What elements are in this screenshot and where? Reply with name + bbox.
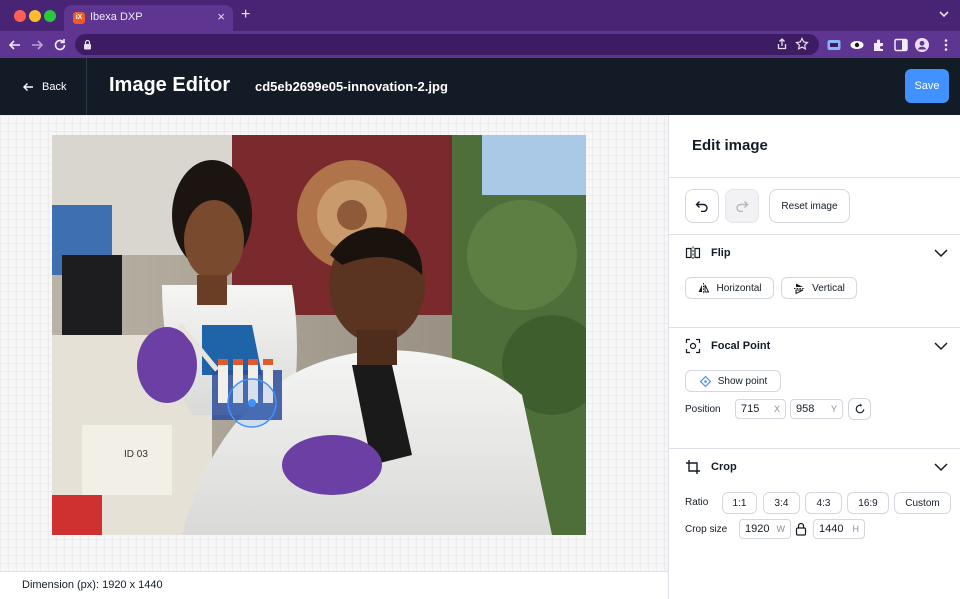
chevron-down-icon	[933, 245, 949, 261]
back-arrow-icon	[22, 82, 34, 92]
browser-toolbar	[0, 31, 960, 58]
reload-icon[interactable]	[51, 36, 69, 54]
height-unit-label: H	[852, 524, 860, 534]
flip-horizontal-label: Horizontal	[716, 282, 762, 294]
image-dimension: Dimension (px): 1920 x 1440	[22, 579, 163, 591]
tab-close-icon[interactable]: ×	[217, 9, 225, 24]
close-window-button[interactable]	[14, 10, 26, 22]
reset-image-button[interactable]: Reset image	[769, 189, 850, 223]
flip-vertical-icon	[793, 282, 806, 295]
minimize-window-button[interactable]	[29, 10, 41, 22]
x-unit-label: X	[773, 404, 780, 414]
reset-focal-point-button[interactable]	[848, 398, 871, 420]
back-button[interactable]: Back	[22, 78, 66, 96]
side-panel-icon[interactable]	[893, 37, 909, 53]
crop-height-field[interactable]: H	[813, 519, 865, 539]
ratio-custom-button[interactable]: Custom	[894, 492, 951, 514]
flip-horizontal-icon	[697, 282, 710, 295]
panel-title: Edit image	[692, 137, 768, 154]
focal-y-field[interactable]: Y	[790, 399, 843, 419]
focal-point-section-toggle[interactable]: Focal Point	[685, 337, 949, 355]
flip-section-toggle[interactable]: Flip	[685, 244, 949, 262]
lock-icon	[83, 39, 92, 50]
profile-avatar-icon[interactable]	[914, 37, 930, 53]
crosshair-icon	[699, 375, 712, 388]
flip-icon	[685, 245, 701, 261]
new-tab-button[interactable]: +	[241, 6, 250, 24]
show-point-button[interactable]: Show point	[685, 370, 781, 392]
ratio-16-9-button[interactable]: 16:9	[847, 492, 889, 514]
file-name: cd5eb2699e05-innovation-2.jpg	[255, 79, 448, 94]
page-title: Image Editor	[109, 74, 231, 96]
edit-image-panel: Edit image Reset image Flip Horizontal V…	[668, 115, 960, 599]
crop-icon	[685, 459, 701, 475]
crop-width-field[interactable]: W	[739, 519, 791, 539]
ratio-1-1-button[interactable]: 1:1	[722, 492, 757, 514]
lock-aspect-ratio-icon[interactable]	[795, 522, 807, 536]
panel-divider	[669, 177, 960, 178]
width-unit-label: W	[776, 524, 786, 534]
back-label: Back	[42, 81, 67, 93]
browser-tab-bar: iX Ibexa DXP × +	[0, 0, 960, 31]
y-unit-label: Y	[830, 404, 837, 414]
panel-divider	[669, 234, 960, 235]
address-bar[interactable]	[75, 34, 819, 55]
position-label: Position	[685, 404, 721, 415]
focal-point-icon	[685, 338, 701, 354]
crop-size-label: Crop size	[685, 524, 728, 535]
save-button[interactable]: Save	[905, 69, 949, 103]
tab-search-chevron-icon[interactable]	[938, 8, 950, 20]
browser-tab[interactable]: iX Ibexa DXP ×	[64, 5, 233, 31]
redo-icon	[735, 200, 749, 212]
redo-button[interactable]	[725, 189, 759, 223]
focal-x-field[interactable]: X	[735, 399, 786, 419]
extension-eye-icon[interactable]	[849, 37, 865, 53]
panel-divider	[669, 327, 960, 328]
extensions-puzzle-icon[interactable]	[871, 37, 887, 53]
forward-arrow-icon[interactable]	[28, 36, 46, 54]
reset-icon	[854, 403, 866, 415]
ratio-label: Ratio	[685, 497, 709, 508]
image-canvas: ID 03	[0, 115, 668, 571]
crop-label: Crop	[711, 461, 737, 473]
svg-text:ID 03: ID 03	[124, 449, 148, 460]
browser-menu-icon[interactable]	[938, 37, 954, 53]
crop-section-toggle[interactable]: Crop	[685, 458, 949, 476]
ratio-4-3-button[interactable]: 4:3	[805, 492, 842, 514]
ratio-3-4-button[interactable]: 3:4	[763, 492, 800, 514]
focal-point-label: Focal Point	[711, 340, 771, 352]
header-divider	[86, 58, 87, 115]
chevron-down-icon	[933, 459, 949, 475]
bookmark-star-icon[interactable]	[795, 37, 809, 51]
chevron-down-icon	[933, 338, 949, 354]
edited-image[interactable]: ID 03	[52, 135, 586, 535]
editor-header: Back Image Editor cd5eb2699e05-innovatio…	[0, 58, 960, 115]
undo-icon	[695, 200, 709, 212]
flip-vertical-button[interactable]: Vertical	[781, 277, 857, 299]
back-arrow-icon[interactable]	[6, 36, 24, 54]
zoom-window-button[interactable]	[44, 10, 56, 22]
panel-divider	[669, 448, 960, 449]
undo-button[interactable]	[685, 189, 719, 223]
extension-screen-icon[interactable]	[826, 37, 842, 53]
share-icon[interactable]	[775, 37, 789, 51]
status-footer: Dimension (px): 1920 x 1440	[0, 571, 668, 599]
flip-horizontal-button[interactable]: Horizontal	[685, 277, 774, 299]
flip-vertical-label: Vertical	[812, 282, 845, 294]
show-point-label: Show point	[717, 375, 768, 387]
flip-label: Flip	[711, 247, 731, 259]
tab-title: Ibexa DXP	[90, 11, 143, 23]
ibexa-favicon-icon: iX	[73, 12, 85, 24]
